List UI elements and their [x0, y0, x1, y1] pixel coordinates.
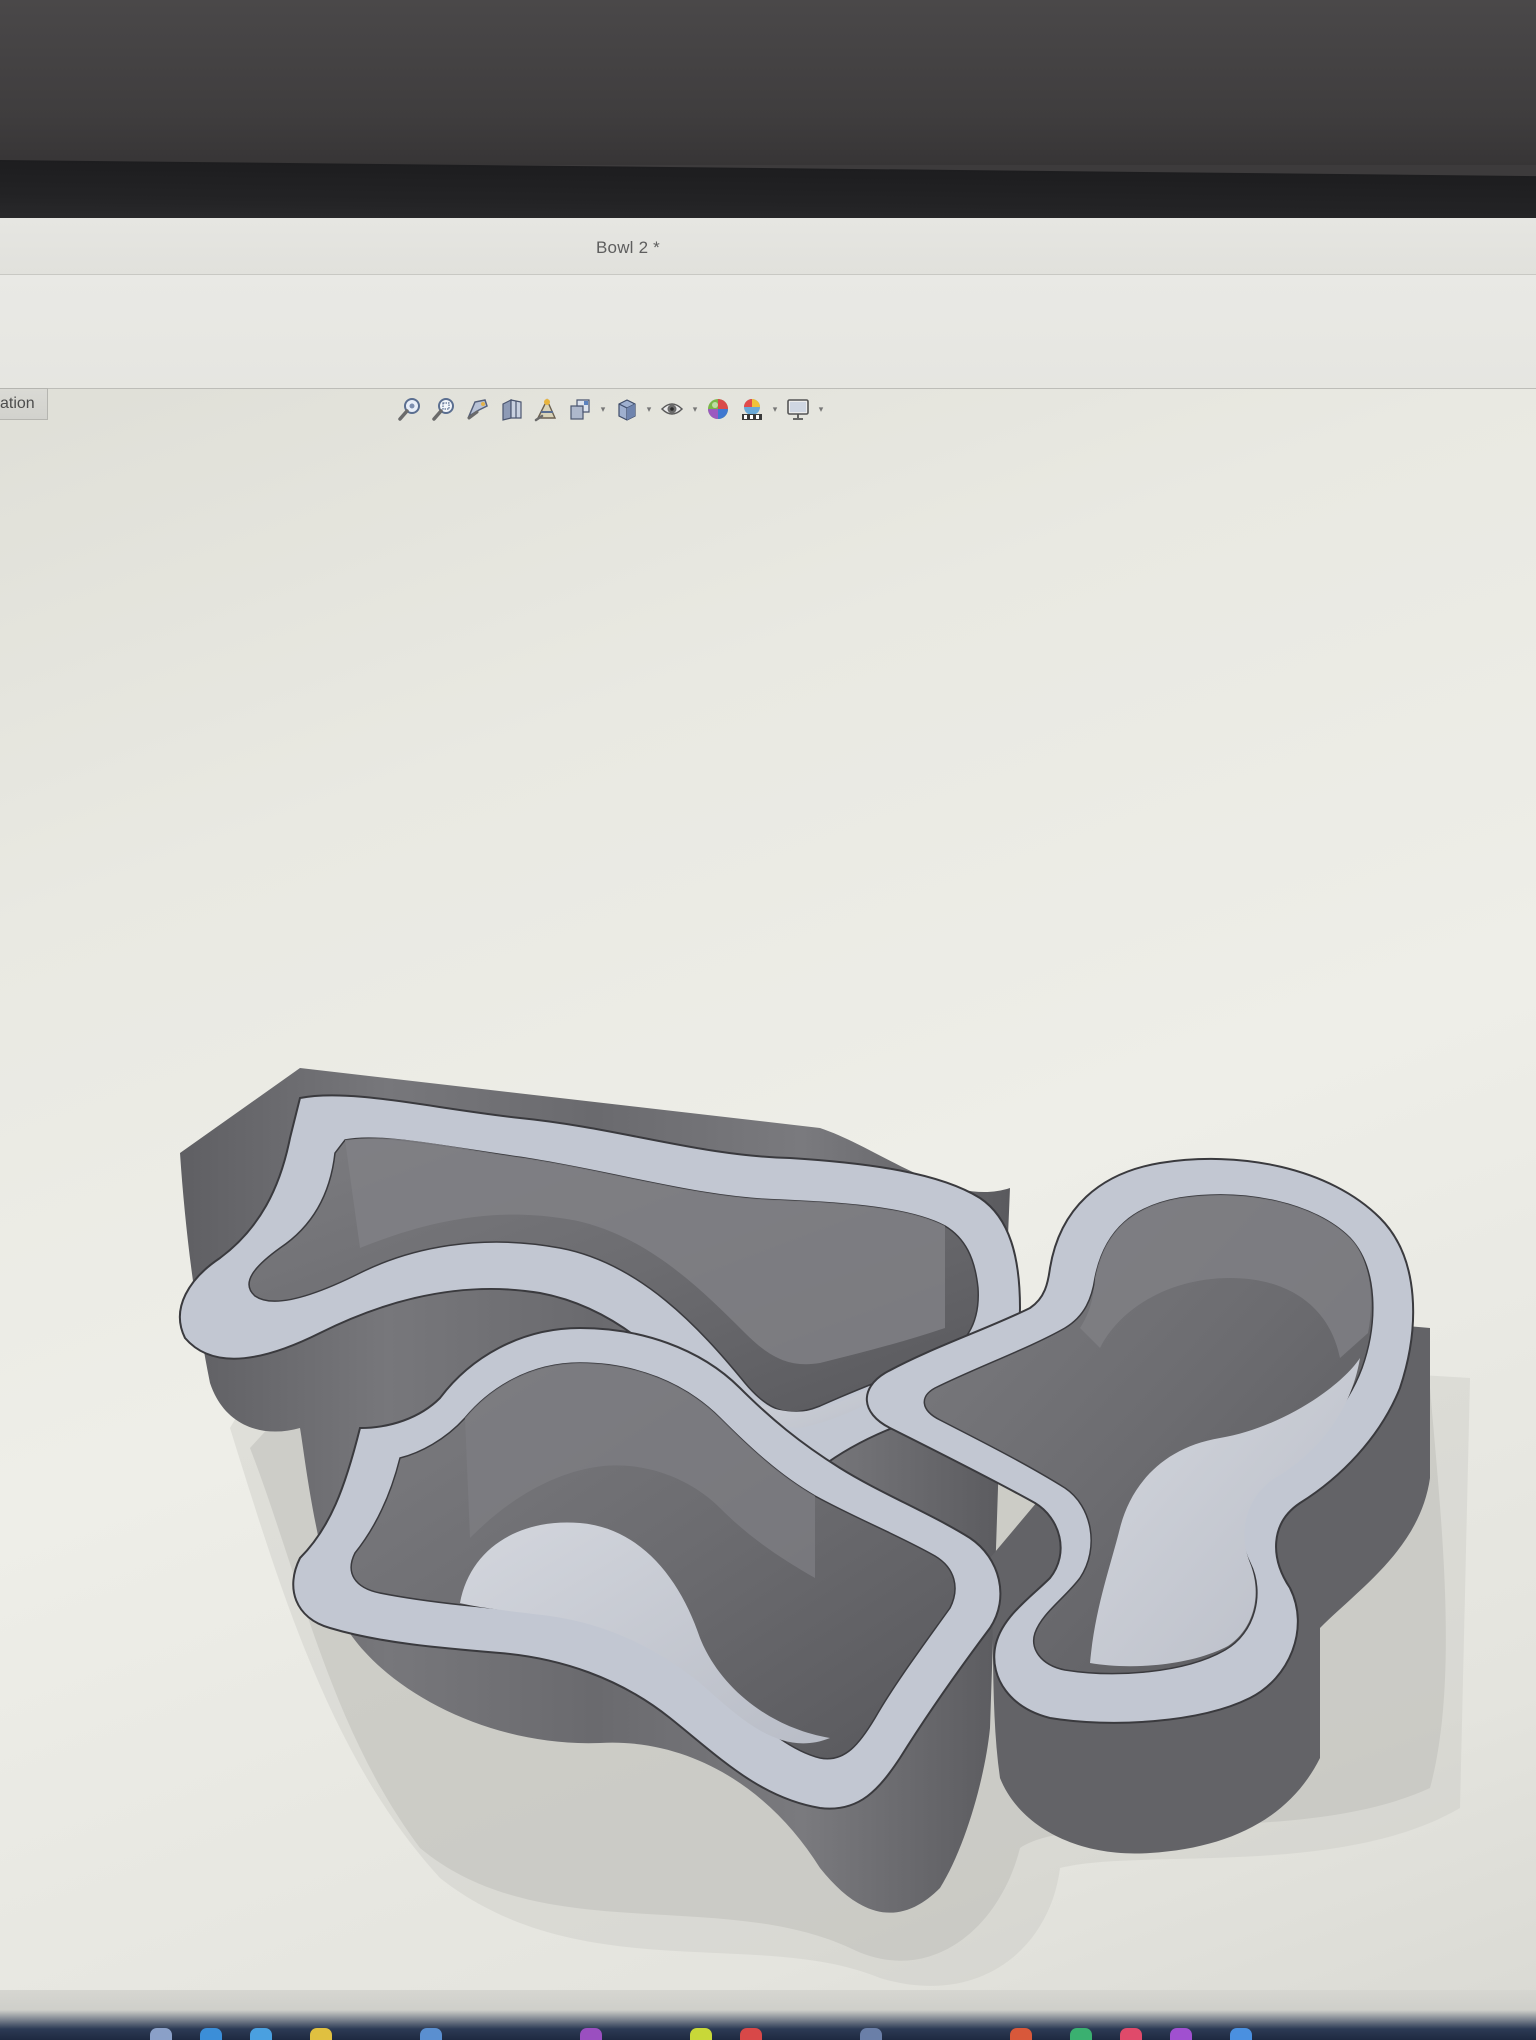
- taskbar-icon[interactable]: [150, 2028, 172, 2040]
- view-settings-dropdown[interactable]: ▾: [816, 393, 826, 425]
- previous-view-icon: [467, 399, 488, 420]
- display-style-icon: [618, 399, 636, 421]
- zoom-fit-icon: [398, 398, 420, 421]
- view-settings-button[interactable]: [782, 393, 814, 425]
- display-style-dropdown[interactable]: ▾: [644, 393, 654, 425]
- view-orientation-button[interactable]: [564, 393, 596, 425]
- background-wall: [0, 0, 1536, 165]
- taskbar-icon[interactable]: [690, 2028, 712, 2040]
- zoom-area-icon: [432, 398, 454, 421]
- command-ribbon: [0, 275, 1536, 389]
- taskbar-icon[interactable]: [1170, 2028, 1192, 2040]
- eye-icon: [660, 403, 684, 415]
- section-view-button[interactable]: [496, 393, 528, 425]
- taskbar-icon[interactable]: [200, 2028, 222, 2040]
- bowl-3d-model[interactable]: [0, 428, 1536, 1988]
- panel-tab[interactable]: ation: [0, 388, 48, 420]
- taskbar-icon[interactable]: [310, 2028, 332, 2040]
- monitor-screen: Bowl 2 * ation ▾ ▾ ▾ ▾ ▾: [0, 218, 1536, 2040]
- taskbar-icon[interactable]: [1010, 2028, 1032, 2040]
- section-view-icon: [502, 399, 522, 421]
- graphics-area[interactable]: [0, 428, 1536, 1988]
- taskbar-icons: [0, 2024, 1536, 2040]
- zoom-to-fit-button[interactable]: [394, 393, 426, 425]
- photo-scene: Bowl 2 * ation ▾ ▾ ▾ ▾ ▾: [0, 0, 1536, 2040]
- dynamic-annotation-button[interactable]: [530, 393, 562, 425]
- hide-show-dropdown[interactable]: ▾: [690, 393, 700, 425]
- hide-show-items-button[interactable]: [656, 393, 688, 425]
- view-orientation-dropdown[interactable]: ▾: [598, 393, 608, 425]
- taskbar-icon[interactable]: [1070, 2028, 1092, 2040]
- window-titlebar: Bowl 2 *: [0, 218, 1536, 275]
- apply-scene-dropdown[interactable]: ▾: [770, 393, 780, 425]
- taskbar-icon[interactable]: [250, 2028, 272, 2040]
- taskbar-icon[interactable]: [740, 2028, 762, 2040]
- view-orientation-icon: [570, 399, 590, 420]
- apply-scene-button[interactable]: [736, 393, 768, 425]
- scene-icon: [742, 399, 762, 420]
- edit-appearance-button[interactable]: [702, 393, 734, 425]
- window-title: Bowl 2 *: [596, 238, 660, 257]
- taskbar-icon[interactable]: [580, 2028, 602, 2040]
- monitor-icon: [787, 399, 809, 420]
- taskbar-icon[interactable]: [860, 2028, 882, 2040]
- heads-up-view-toolbar: ▾ ▾ ▾ ▾ ▾: [394, 392, 826, 426]
- display-style-button[interactable]: [610, 393, 642, 425]
- zoom-to-area-button[interactable]: [428, 393, 460, 425]
- taskbar-icon[interactable]: [1230, 2028, 1252, 2040]
- taskbar-icon[interactable]: [1120, 2028, 1142, 2040]
- taskbar-icon[interactable]: [420, 2028, 442, 2040]
- previous-view-button[interactable]: [462, 393, 494, 425]
- appearance-icon: [708, 399, 728, 419]
- annotation-icon: [534, 398, 557, 422]
- panel-tab-label: ation: [0, 395, 35, 412]
